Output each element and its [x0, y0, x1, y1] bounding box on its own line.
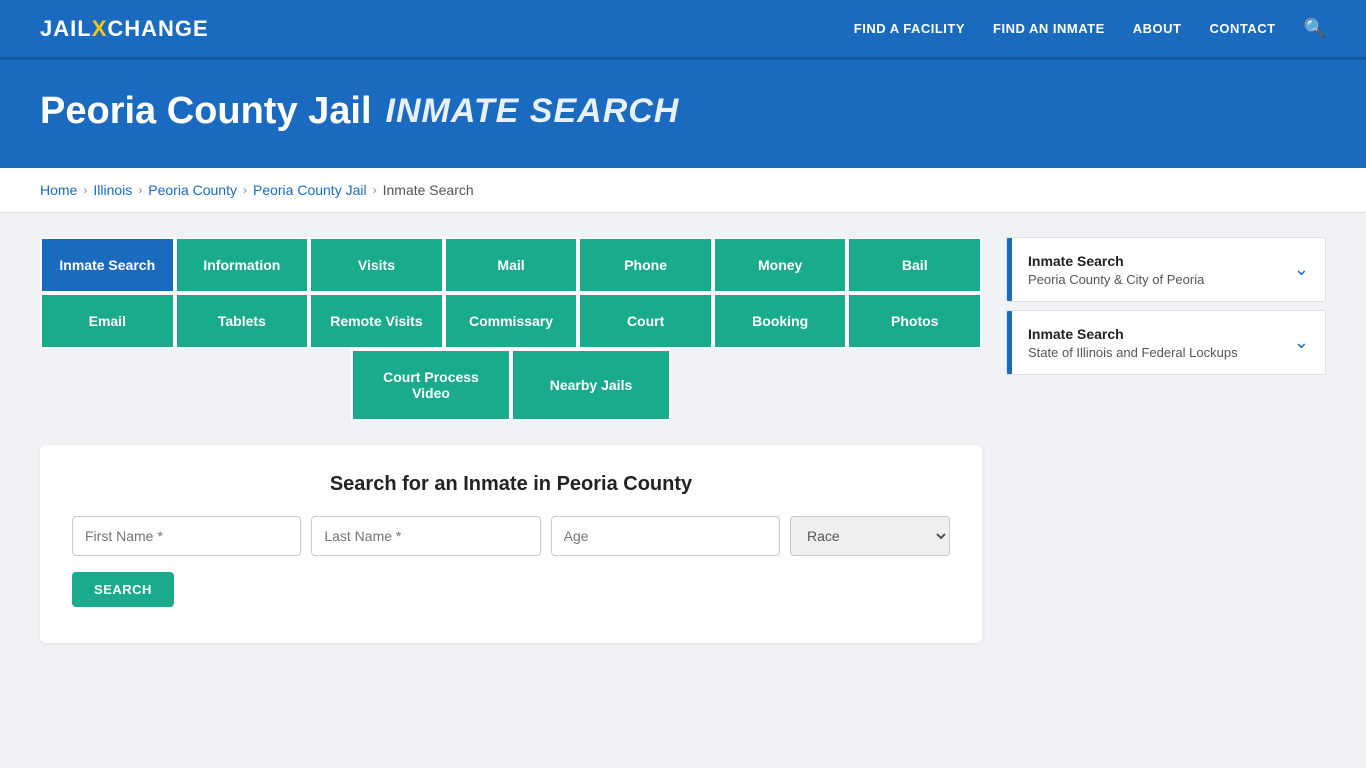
race-select[interactable]: Race White Black Hispanic Asian Other — [790, 516, 950, 556]
nav-contact[interactable]: CONTACT — [1209, 21, 1275, 36]
nav-about[interactable]: ABOUT — [1133, 21, 1182, 36]
nav-button-grid: Inmate Search Information Visits Mail Ph… — [40, 237, 982, 421]
sidebar-card-2-subtitle: State of Illinois and Federal Lockups — [1028, 345, 1238, 360]
nav-btn-phone[interactable]: Phone — [578, 237, 713, 293]
main-nav: FIND A FACILITY FIND AN INMATE ABOUT CON… — [854, 18, 1326, 39]
breadcrumb-sep-2: › — [138, 183, 142, 197]
chevron-down-icon-1: ⌄ — [1294, 259, 1309, 280]
nav-btn-commissary[interactable]: Commissary — [444, 293, 579, 349]
hero-title-subtitle: INMATE SEARCH — [386, 92, 680, 131]
right-sidebar: Inmate Search Peoria County & City of Pe… — [1006, 237, 1326, 383]
left-column: Inmate Search Information Visits Mail Ph… — [40, 237, 982, 643]
nav-btn-row-3: Court Process Video Nearby Jails — [40, 349, 982, 421]
site-header: JAIL XCHANGE FIND A FACILITY FIND AN INM… — [0, 0, 1366, 60]
logo-x-letter: X — [92, 16, 108, 41]
main-content: Inmate Search Information Visits Mail Ph… — [0, 213, 1366, 667]
hero-title-main: Peoria County Jail — [40, 90, 372, 133]
hero-banner: Peoria County Jail INMATE SEARCH — [0, 60, 1366, 168]
breadcrumb: Home › Illinois › Peoria County › Peoria… — [40, 182, 1326, 198]
logo[interactable]: JAIL XCHANGE — [40, 16, 209, 42]
nav-btn-email[interactable]: Email — [40, 293, 175, 349]
page-title: Peoria County Jail INMATE SEARCH — [40, 90, 1326, 133]
breadcrumb-bar: Home › Illinois › Peoria County › Peoria… — [0, 168, 1366, 213]
search-submit-button[interactable]: SEARCH — [72, 572, 174, 607]
logo-exchange-text: XCHANGE — [92, 16, 209, 42]
chevron-down-icon-2: ⌄ — [1294, 332, 1309, 353]
breadcrumb-sep-4: › — [373, 183, 377, 197]
sidebar-card-2-header[interactable]: Inmate Search State of Illinois and Fede… — [1007, 311, 1325, 374]
sidebar-card-1: Inmate Search Peoria County & City of Pe… — [1006, 237, 1326, 302]
breadcrumb-current: Inmate Search — [383, 182, 474, 198]
breadcrumb-peoria-county[interactable]: Peoria County — [148, 182, 237, 198]
sidebar-card-2-title: Inmate Search — [1028, 325, 1238, 343]
nav-btn-money[interactable]: Money — [713, 237, 848, 293]
nav-btn-mail[interactable]: Mail — [444, 237, 579, 293]
sidebar-card-1-header[interactable]: Inmate Search Peoria County & City of Pe… — [1007, 238, 1325, 301]
sidebar-card-2: Inmate Search State of Illinois and Fede… — [1006, 310, 1326, 375]
first-name-input[interactable] — [72, 516, 301, 556]
nav-btn-bail[interactable]: Bail — [847, 237, 982, 293]
nav-btn-row-1: Inmate Search Information Visits Mail Ph… — [40, 237, 982, 293]
nav-find-inmate[interactable]: FIND AN INMATE — [993, 21, 1105, 36]
breadcrumb-illinois[interactable]: Illinois — [93, 182, 132, 198]
breadcrumb-home[interactable]: Home — [40, 182, 77, 198]
search-box-title: Search for an Inmate in Peoria County — [72, 473, 950, 496]
sidebar-card-1-title: Inmate Search — [1028, 252, 1204, 270]
nav-btn-court-process-video[interactable]: Court Process Video — [351, 349, 511, 421]
breadcrumb-sep-3: › — [243, 183, 247, 197]
nav-btn-court[interactable]: Court — [578, 293, 713, 349]
nav-btn-row-2: Email Tablets Remote Visits Commissary C… — [40, 293, 982, 349]
inmate-search-box: Search for an Inmate in Peoria County Ra… — [40, 445, 982, 643]
breadcrumb-peoria-county-jail[interactable]: Peoria County Jail — [253, 182, 367, 198]
header-search-icon[interactable]: 🔍 — [1304, 18, 1326, 39]
breadcrumb-sep-1: › — [83, 183, 87, 197]
nav-btn-booking[interactable]: Booking — [713, 293, 848, 349]
last-name-input[interactable] — [311, 516, 540, 556]
nav-btn-remote-visits[interactable]: Remote Visits — [309, 293, 444, 349]
nav-btn-tablets[interactable]: Tablets — [175, 293, 310, 349]
nav-find-facility[interactable]: FIND A FACILITY — [854, 21, 965, 36]
age-input[interactable] — [551, 516, 780, 556]
nav-btn-visits[interactable]: Visits — [309, 237, 444, 293]
nav-btn-nearby-jails[interactable]: Nearby Jails — [511, 349, 671, 421]
sidebar-card-1-text: Inmate Search Peoria County & City of Pe… — [1028, 252, 1204, 287]
search-fields: Race White Black Hispanic Asian Other — [72, 516, 950, 556]
logo-jail-text: JAIL — [40, 16, 92, 42]
nav-btn-information[interactable]: Information — [175, 237, 310, 293]
nav-btn-photos[interactable]: Photos — [847, 293, 982, 349]
sidebar-card-2-text: Inmate Search State of Illinois and Fede… — [1028, 325, 1238, 360]
sidebar-card-1-subtitle: Peoria County & City of Peoria — [1028, 272, 1204, 287]
nav-btn-inmate-search[interactable]: Inmate Search — [40, 237, 175, 293]
